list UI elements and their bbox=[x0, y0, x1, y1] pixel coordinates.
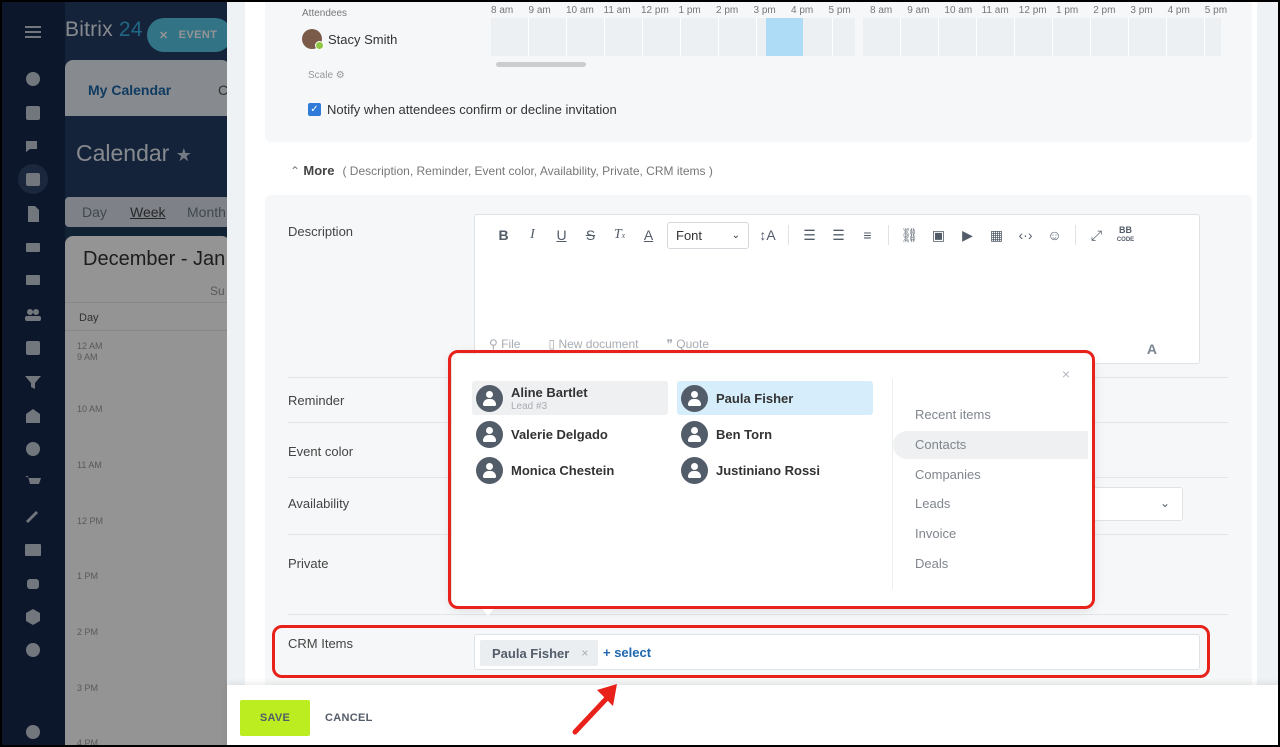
quote-icon: ❞ bbox=[666, 337, 673, 351]
notify-checkbox[interactable]: ✓ bbox=[308, 103, 321, 116]
formatting-toggle-icon[interactable]: A bbox=[1147, 341, 1157, 357]
italic-icon[interactable]: I bbox=[518, 222, 547, 248]
image-icon[interactable]: ▣ bbox=[924, 222, 953, 248]
attendee-name: Stacy Smith bbox=[328, 31, 398, 47]
video-icon[interactable]: ▶ bbox=[953, 222, 982, 248]
document-icon: ▯ bbox=[548, 337, 556, 351]
link-icon[interactable]: ⛓ bbox=[895, 222, 924, 248]
avatar bbox=[302, 29, 324, 50]
timeline-hour: 9 am bbox=[907, 5, 930, 16]
timeline-hour: 5 pm bbox=[1204, 5, 1228, 16]
font-size-icon[interactable]: ↕A bbox=[753, 222, 782, 248]
timeline-hour: 10 am bbox=[944, 5, 973, 16]
attendees-label: Attendees bbox=[302, 8, 348, 19]
timeline-scrollbar[interactable] bbox=[496, 62, 586, 67]
attendees-section: Attendees Stacy Smith Scale ⚙ 8 am 9 am 10… bbox=[265, 2, 1252, 142]
table-icon[interactable]: ▦ bbox=[982, 222, 1011, 248]
notify-checkbox-row[interactable]: ✓ Notify when attendees confirm or decli… bbox=[308, 102, 617, 117]
event-color-label: Event color bbox=[288, 444, 354, 459]
strikethrough-icon[interactable]: S bbox=[576, 222, 605, 248]
editor-toolbar: B I U S Tx A Font ⌄ ↕A ☰ ☰ ≡ ⛓ ▣ ▶ ▦ ‹·›… bbox=[475, 215, 1199, 255]
gear-icon[interactable]: ⚙ bbox=[336, 70, 345, 81]
cancel-button[interactable]: CANCEL bbox=[325, 712, 373, 724]
crm-highlight bbox=[272, 625, 1210, 678]
align-icon[interactable]: ≡ bbox=[853, 222, 882, 248]
timeline-selection[interactable] bbox=[766, 18, 803, 56]
timeline-hour: 9 am bbox=[528, 5, 551, 16]
description-editor[interactable]: B I U S Tx A Font ⌄ ↕A ☰ ☰ ≡ ⛓ ▣ ▶ ▦ ‹·›… bbox=[474, 214, 1200, 364]
scale-label[interactable]: Scale ⚙ bbox=[308, 70, 345, 81]
more-items: ( Description, Reminder, Event color, Av… bbox=[342, 164, 713, 178]
overlay-dim bbox=[2, 2, 227, 745]
popup-highlight bbox=[448, 350, 1095, 609]
timeline-hour: 3 pm bbox=[1130, 5, 1153, 16]
chevron-up-icon: ⌃ bbox=[290, 164, 301, 178]
bullet-list-icon[interactable]: ☰ bbox=[824, 222, 853, 248]
timeline-hour: 10 am bbox=[566, 5, 594, 16]
timeline-hour: 12 pm bbox=[1018, 5, 1047, 16]
attendee-item[interactable]: Stacy Smith bbox=[302, 29, 398, 50]
timeline-hour: 4 pm bbox=[1167, 5, 1190, 16]
form-footer: SAVE CANCEL bbox=[227, 685, 1278, 745]
bold-icon[interactable]: B bbox=[489, 222, 518, 248]
timeline-hour: 8 am bbox=[491, 5, 514, 16]
quote-link[interactable]: ❞ Quote bbox=[666, 337, 709, 351]
new-document-link[interactable]: ▯ New document bbox=[548, 337, 638, 351]
timeline-hour: 11 am bbox=[981, 5, 1009, 16]
underline-icon[interactable]: U bbox=[547, 222, 576, 248]
description-label: Description bbox=[288, 224, 354, 239]
reminder-label: Reminder bbox=[288, 393, 345, 408]
annotation-arrow-icon bbox=[572, 684, 617, 735]
fullscreen-icon[interactable]: ⤢ bbox=[1082, 222, 1111, 248]
editor-footer: ⚲ File ▯ New document ❞ Quote bbox=[489, 337, 709, 351]
private-label: Private bbox=[288, 556, 329, 571]
timeline-hour: 5 pm bbox=[828, 5, 851, 16]
timeline-hour: 1 pm bbox=[678, 5, 701, 16]
timeline-hour: 1 pm bbox=[1056, 5, 1079, 16]
code-icon[interactable]: ‹·› bbox=[1011, 222, 1040, 248]
timeline-hour: 3 pm bbox=[753, 5, 776, 16]
font-select[interactable]: Font ⌄ bbox=[667, 221, 749, 249]
screen: Bitrix 24 ✕ EVENT My Calendar C Calendar … bbox=[0, 0, 1280, 747]
timeline-hour: 8 am bbox=[870, 5, 893, 16]
bbcode-icon[interactable]: BB CODE bbox=[1111, 222, 1140, 248]
timeline-hour: 4 pm bbox=[791, 5, 814, 16]
timeline-hour: 2 pm bbox=[716, 5, 739, 16]
file-link[interactable]: ⚲ File bbox=[489, 337, 520, 351]
numbered-list-icon[interactable]: ☰ bbox=[795, 222, 824, 248]
paperclip-icon: ⚲ bbox=[489, 337, 498, 351]
timeline-hour: 2 pm bbox=[1093, 5, 1116, 16]
emoji-icon[interactable]: ☺ bbox=[1040, 222, 1069, 248]
notify-label: Notify when attendees confirm or decline… bbox=[327, 102, 617, 117]
planner-timeline[interactable]: 8 am 9 am 10 am 11 am 12 pm 1 pm 2 pm 3 pm 4 pm 5… bbox=[491, 2, 1229, 67]
more-toggle[interactable]: ⌃ More( Description, Reminder, Event col… bbox=[290, 163, 713, 178]
availability-select[interactable]: ⌄ bbox=[1083, 487, 1183, 521]
text-color-icon[interactable]: A bbox=[634, 222, 663, 248]
save-button[interactable]: SAVE bbox=[240, 700, 310, 736]
timeline-hour: 12 pm bbox=[641, 5, 669, 16]
timeline-grid-day2[interactable] bbox=[863, 18, 1221, 56]
chevron-down-icon: ⌄ bbox=[731, 229, 740, 241]
clear-format-icon[interactable]: Tx bbox=[605, 222, 634, 248]
timeline-hour: 11 am bbox=[603, 5, 631, 16]
chevron-down-icon: ⌄ bbox=[1159, 496, 1170, 510]
availability-label: Availability bbox=[288, 496, 350, 511]
